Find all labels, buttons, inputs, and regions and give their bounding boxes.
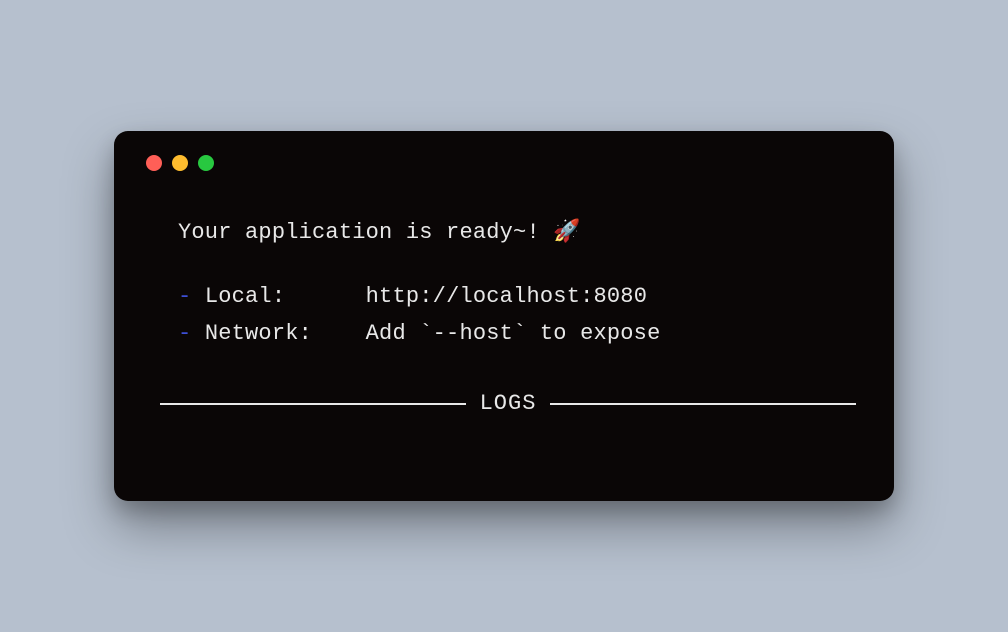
logs-label: LOGS [480, 386, 537, 422]
ready-message: Your application is ready~! 🚀 [178, 215, 866, 251]
close-icon[interactable] [146, 155, 162, 171]
local-value: http://localhost:8080 [366, 284, 647, 309]
local-label: Local: [205, 284, 285, 309]
dash-icon: - [178, 321, 191, 346]
local-entry: - Local: http://localhost:8080 [178, 279, 866, 315]
divider-line-right [550, 403, 856, 405]
logs-divider: LOGS [160, 386, 856, 422]
terminal-content: Your application is ready~! 🚀 - Local: h… [142, 215, 866, 422]
terminal-window: Your application is ready~! 🚀 - Local: h… [114, 131, 894, 501]
traffic-lights [146, 155, 866, 171]
network-value: Add `--host` to expose [366, 321, 661, 346]
network-label: Network: [205, 321, 312, 346]
divider-line-left [160, 403, 466, 405]
dash-icon: - [178, 284, 191, 309]
maximize-icon[interactable] [198, 155, 214, 171]
network-entry: - Network: Add `--host` to expose [178, 316, 866, 352]
minimize-icon[interactable] [172, 155, 188, 171]
